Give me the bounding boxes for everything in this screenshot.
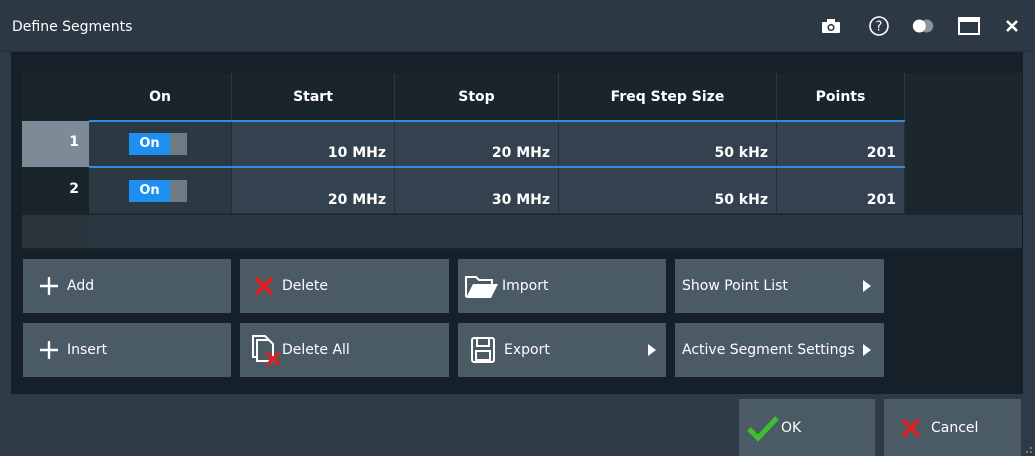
column-header-stop[interactable]: Stop [395,73,559,120]
export-label: Export [504,342,550,358]
table-cell-on[interactable]: On [89,121,232,167]
cancel-x-icon [901,418,921,437]
add-label: Add [67,278,95,294]
table-cell-points[interactable]: 201 [777,168,905,214]
dialog-title: Define Segments [12,19,133,35]
submenu-arrow-icon [863,280,871,292]
submenu-arrow-icon [648,344,656,356]
checkmark-icon [747,415,779,442]
toggle-theme-icon[interactable] [911,15,935,37]
ok-label: OK [781,419,802,436]
toggle-on-label: On [129,133,170,155]
row-header-2[interactable]: 2 [22,168,89,214]
delete-label: Delete [282,278,328,294]
title-bar: Define Segments ? [0,0,1035,52]
help-icon[interactable]: ? [867,15,891,37]
plus-icon [40,277,58,295]
toggle-knob [170,133,187,155]
table-corner [22,73,89,120]
new-row-area[interactable] [89,215,1022,248]
plus-icon [40,341,58,359]
submenu-arrow-icon [863,344,871,356]
folder-open-icon [465,276,498,298]
add-button[interactable]: Add [23,259,231,313]
table-cell-on[interactable]: On [89,168,232,214]
cancel-button[interactable]: Cancel [884,399,1021,456]
define-segments-dialog: Define Segments ? On Start Stop Freq Ste… [0,0,1035,456]
toggle-on-label: On [129,180,170,202]
column-header-points[interactable]: Points [777,73,905,120]
table-cell-stop[interactable]: 20 MHz [395,121,559,167]
delete-x-icon [254,276,274,296]
import-label: Import [502,278,549,294]
table-cell-points[interactable]: 201 [777,121,905,167]
show-point-list-button[interactable]: Show Point List [675,259,884,313]
delete-all-label: Delete All [282,342,350,358]
table-cell-step[interactable]: 50 kHz [559,121,777,167]
active-segment-settings-button[interactable]: Active Segment Settings [675,323,884,377]
row-header-1[interactable]: 1 [22,121,89,167]
insert-button[interactable]: Insert [23,323,231,377]
import-button[interactable]: Import [458,259,666,313]
camera-icon[interactable] [819,15,843,37]
row-header-new[interactable] [22,215,89,248]
show-point-list-label: Show Point List [682,278,788,294]
delete-button[interactable]: Delete [240,259,449,313]
insert-label: Insert [67,342,108,358]
delete-all-button[interactable]: Delete All [240,323,449,377]
maximize-icon[interactable] [957,15,981,37]
selected-row-indicator [89,120,905,122]
ok-button[interactable]: OK [739,399,875,456]
active-segment-settings-label: Active Segment Settings [682,342,855,358]
export-button[interactable]: Export [458,323,666,377]
table-cell-start[interactable]: 10 MHz [232,121,395,167]
on-toggle[interactable]: On [129,133,191,155]
save-icon [471,337,495,363]
delete-all-icon [252,335,281,367]
column-header-on[interactable]: On [89,73,232,120]
column-header-start[interactable]: Start [232,73,395,120]
cancel-label: Cancel [931,419,979,436]
svg-text:?: ? [876,20,883,35]
on-toggle[interactable]: On [129,180,191,202]
table-cell-step[interactable]: 50 kHz [559,168,777,214]
toggle-knob [170,180,187,202]
close-icon[interactable] [1000,15,1024,37]
table-cell-start[interactable]: 20 MHz [232,168,395,214]
resize-grip-icon[interactable] [1025,446,1033,454]
column-header-freq-step-size[interactable]: Freq Step Size [559,73,777,120]
table-cell-stop[interactable]: 30 MHz [395,168,559,214]
